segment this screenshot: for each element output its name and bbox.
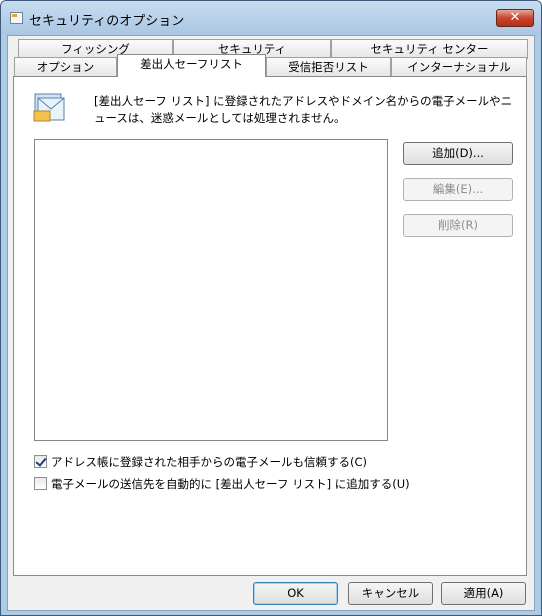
edit-button-label: 編集(E)... [432, 182, 484, 196]
auto-add-recipients-label: 電子メールの送信先を自動的に [差出人セーフ リスト] に追加する(U) [51, 477, 410, 491]
trust-address-book-checkbox[interactable] [34, 455, 47, 468]
ok-button-label: OK [287, 586, 304, 600]
add-button[interactable]: 追加(D)... [403, 142, 513, 165]
apply-button[interactable]: 適用(A) [441, 582, 526, 605]
app-icon [10, 12, 23, 24]
tab-label: インターナショナル [407, 60, 511, 74]
trust-address-book-label: アドレス帳に登録された相手からの電子メールも信頼する(C) [51, 455, 367, 469]
tab-safe-senders[interactable]: 差出人セーフリスト [117, 54, 266, 77]
delete-button-label: 削除(R) [438, 218, 478, 232]
trust-address-book-option[interactable]: アドレス帳に登録された相手からの電子メールも信頼する(C) [34, 455, 367, 471]
auto-add-recipients-option[interactable]: 電子メールの送信先を自動的に [差出人セーフ リスト] に追加する(U) [34, 477, 410, 493]
tab-label: セキュリティ センター [370, 42, 489, 56]
close-icon: ✕ [509, 10, 521, 25]
title-bar[interactable]: セキュリティのオプション ✕ [1, 1, 541, 35]
panel-description: [差出人セーフ リスト] に登録されたアドレスやドメイン名からの電子メールやニュ… [94, 94, 513, 125]
window-title: セキュリティのオプション [29, 14, 185, 29]
tab-security-center[interactable]: セキュリティ センター [331, 39, 528, 59]
safe-senders-panel: [差出人セーフ リスト] に登録されたアドレスやドメイン名からの電子メールやニュ… [13, 76, 527, 576]
add-button-label: 追加(D)... [432, 146, 484, 160]
cancel-button[interactable]: キャンセル [348, 582, 433, 605]
ok-button[interactable]: OK [253, 582, 338, 605]
tab-label: 受信拒否リスト [288, 60, 369, 74]
apply-button-label: 適用(A) [463, 586, 504, 600]
auto-add-recipients-checkbox[interactable] [34, 477, 47, 490]
cancel-button-label: キャンセル [361, 586, 420, 600]
safe-list-icon [33, 93, 65, 122]
tab-options[interactable]: オプション [14, 57, 117, 77]
safe-senders-list[interactable] [34, 139, 388, 441]
tab-label: 差出人セーフリスト [140, 57, 243, 71]
tab-blocked-senders[interactable]: 受信拒否リスト [266, 57, 391, 77]
close-button[interactable]: ✕ [496, 9, 534, 27]
delete-button[interactable]: 削除(R) [403, 214, 513, 237]
dialog-window: セキュリティのオプション ✕ フィッシング セキュリティ セキュリティ センター… [0, 0, 542, 616]
tab-international[interactable]: インターナショナル [391, 57, 527, 77]
edit-button[interactable]: 編集(E)... [403, 178, 513, 201]
tab-label: オプション [36, 60, 95, 74]
dialog-client: フィッシング セキュリティ セキュリティ センター オプション 差出人セーフリス… [7, 35, 535, 611]
